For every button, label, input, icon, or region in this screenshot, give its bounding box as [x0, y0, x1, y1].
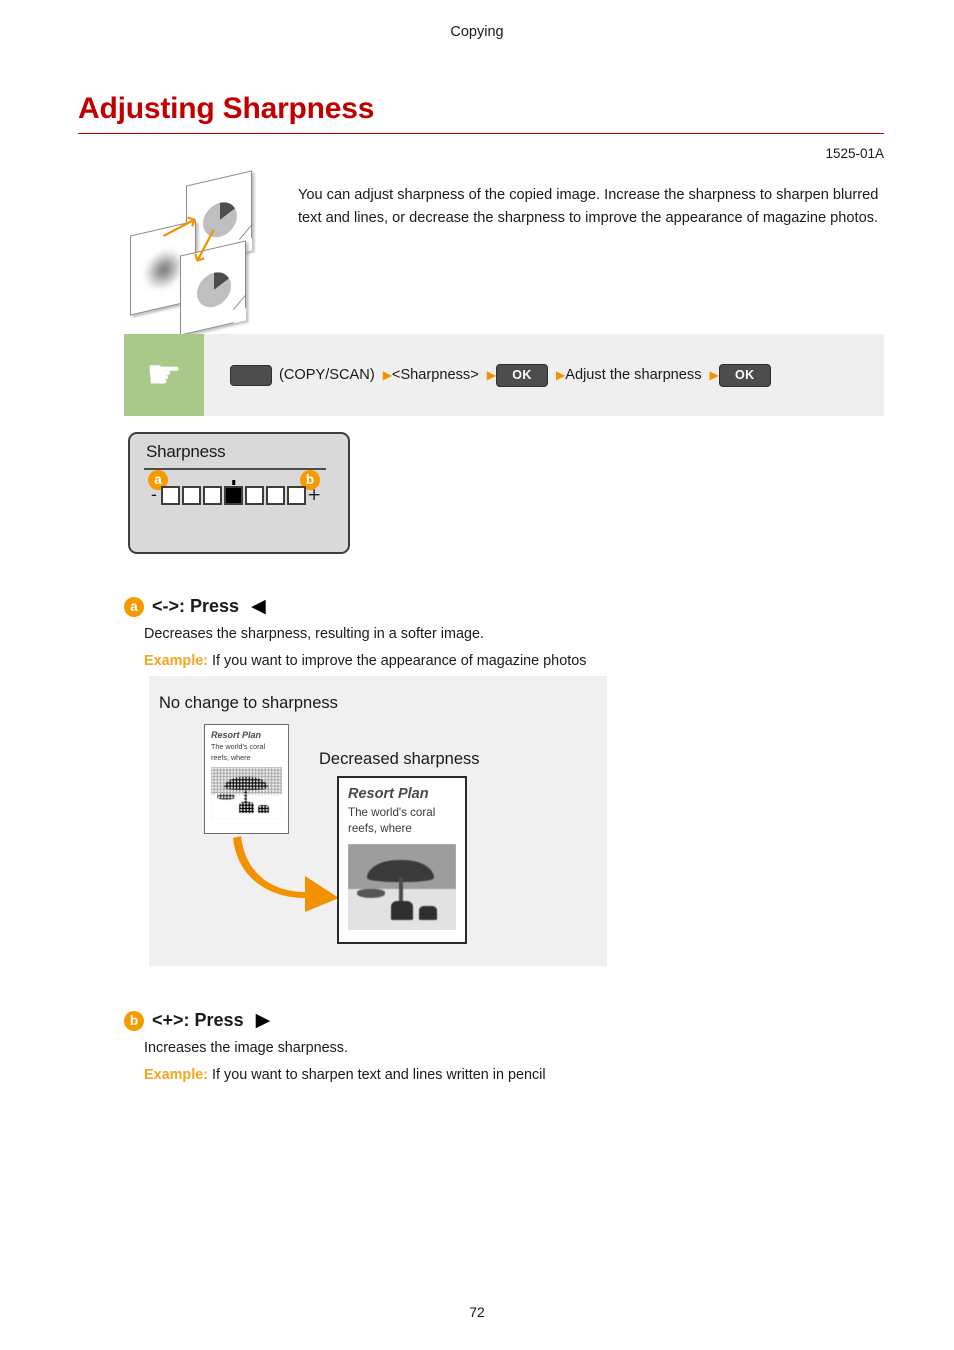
scale-marker-icon	[231, 480, 236, 485]
example-text: If you want to improve the appearance of…	[212, 653, 587, 669]
scale-box[interactable]	[266, 486, 285, 505]
option-a-example: Example: If you want to improve the appea…	[144, 653, 884, 669]
triangle-right-icon: ▶	[382, 368, 392, 382]
example-label: Example:	[144, 1067, 208, 1083]
triangle-right-icon: ▶	[486, 368, 496, 382]
sample-doc-line2: reefs, where	[211, 752, 251, 762]
example-label: Example:	[144, 653, 208, 669]
sample-doc-photo-halftone	[211, 767, 282, 820]
sample-doc-title: Resort Plan	[348, 786, 429, 802]
triangle-right-icon: ▶	[555, 368, 566, 382]
example-text: If you want to sharpen text and lines wr…	[212, 1067, 546, 1083]
blurred-pie-icon	[145, 246, 183, 294]
title-divider	[78, 132, 884, 134]
scale-minus-label: -	[150, 485, 158, 505]
page-number: 72	[469, 1304, 485, 1320]
intro-paragraph: You can adjust sharpness of the copied i…	[298, 187, 879, 227]
copy-scan-key-icon[interactable]	[230, 364, 272, 386]
sample-document-original: Resort Plan The world's coral reefs, whe…	[204, 724, 289, 834]
option-a-description: Decreases the sharpness, resulting in a …	[144, 626, 484, 642]
figure-caption-after: Decreased sharpness	[319, 750, 480, 768]
procedure-hand-box: ☛	[124, 334, 204, 416]
sample-doc-photo-smooth	[348, 844, 456, 931]
sample-document-decreased: Resort Plan The world's coral reefs, whe…	[337, 776, 467, 944]
scale-plus-label: +	[307, 485, 322, 505]
intro-section: ⟶ ⟶ You can adjust sharpness of the copi…	[130, 170, 884, 336]
curved-arrow-right-icon	[233, 836, 339, 912]
page-corner-fold	[233, 307, 246, 324]
option-b-heading: b <+>: Press ▶	[124, 1010, 884, 1031]
option-section-b: b <+>: Press ▶ Increases the image sharp…	[124, 1010, 884, 1083]
callout-badge-b: b	[124, 1010, 144, 1031]
step-label-sharpness: <Sharpness>	[391, 367, 479, 383]
page-title: Adjusting Sharpness	[78, 92, 375, 125]
ok-key-icon[interactable]: OK	[495, 363, 548, 387]
example-figure-decreased-sharpness: No change to sharpness Decreased sharpne…	[149, 676, 607, 966]
lcd-title: Sharpness	[146, 442, 226, 461]
option-section-a: a <->: Press ◀ Decreases the sharpness, …	[124, 596, 884, 669]
option-b-title: <+>: Press	[152, 1010, 244, 1030]
scale-box[interactable]	[203, 486, 222, 505]
pointing-hand-icon: ☛	[146, 352, 182, 398]
scale-box-selected[interactable]	[224, 480, 243, 505]
procedure-steps: (COPY/SCAN) ▶ <Sharpness> ▶ OK ▶ Adjust …	[204, 363, 771, 387]
sample-doc-line1: The world's coral	[211, 741, 266, 751]
lcd-screen: Sharpness a b - +	[128, 432, 350, 554]
sharpness-scale[interactable]: - +	[148, 480, 322, 505]
option-a-heading: a <->: Press ◀	[124, 596, 884, 617]
option-b-example: Example: If you want to sharpen text and …	[144, 1067, 884, 1083]
scale-box[interactable]	[245, 486, 264, 505]
step-label-adjust: Adjust the sharpness	[565, 367, 702, 383]
triangle-right-icon: ▶	[255, 1009, 271, 1031]
ok-key-icon[interactable]: OK	[718, 363, 771, 387]
option-a-title: <->: Press	[152, 596, 240, 616]
scale-box[interactable]	[182, 486, 201, 505]
sample-doc-line1: The world's coral	[348, 805, 436, 819]
step-label-copy-scan: (COPY/SCAN)	[279, 367, 375, 383]
document-code: 1525-01A	[825, 146, 884, 161]
scale-box[interactable]	[161, 486, 180, 505]
option-b-description: Increases the image sharpness.	[144, 1040, 348, 1056]
title-block: Adjusting Sharpness	[78, 92, 884, 134]
sample-doc-line2: reefs, where	[348, 822, 412, 836]
callout-badge-a: a	[124, 596, 144, 617]
procedure-band: ☛ (COPY/SCAN) ▶ <Sharpness> ▶ OK ▶ Adjus…	[124, 334, 884, 416]
pie-chart-icon	[197, 268, 231, 311]
lcd-divider	[144, 468, 326, 471]
running-header: Copying	[450, 24, 504, 40]
triangle-left-icon: ◀	[251, 595, 266, 617]
sharpness-thumbnail-figure: ⟶ ⟶	[130, 170, 272, 336]
scale-box[interactable]	[287, 486, 306, 505]
sample-doc-title: Resort Plan	[211, 730, 262, 740]
figure-caption-before: No change to sharpness	[159, 694, 338, 712]
triangle-right-icon: ▶	[709, 368, 719, 382]
